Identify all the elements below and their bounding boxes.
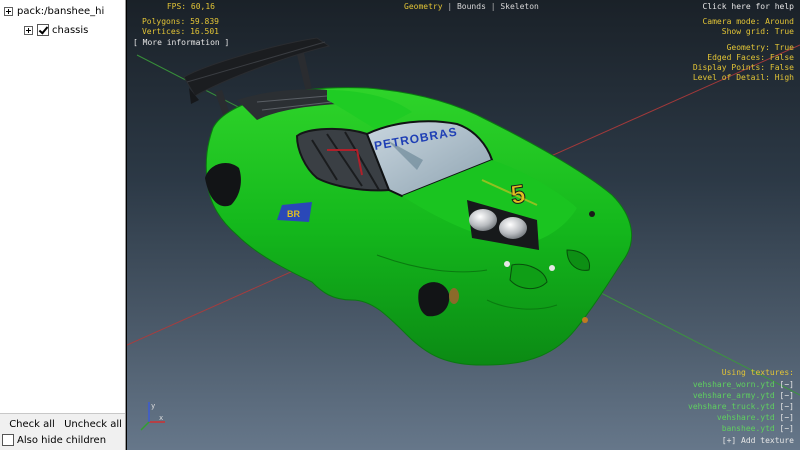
tab-skeleton[interactable]: Skeleton <box>500 2 539 11</box>
tree-node-root[interactable]: pack:/banshee_hi <box>4 3 104 19</box>
texture-name: vehshare_army.ytd <box>692 391 775 400</box>
view-mode-tabs: Geometry | Bounds | Skeleton <box>404 2 539 11</box>
remove-texture-button[interactable]: [−] <box>780 402 794 411</box>
hide-children-label: Also hide children <box>17 434 107 446</box>
texture-item: vehshare_truck.ytd [−] <box>688 402 794 412</box>
tab-bounds[interactable]: Bounds <box>457 2 486 11</box>
axis-gizmo: y x <box>140 402 165 431</box>
remove-texture-button[interactable]: [−] <box>780 413 794 422</box>
tree-node-chassis-label: chassis <box>52 24 89 36</box>
model-viewer-window: pack:/banshee_hi chassis Check all Unche… <box>0 0 800 450</box>
check-all-button[interactable]: Check all <box>4 416 60 432</box>
add-texture-button[interactable]: [+] Add texture <box>722 436 794 446</box>
hide-children-option[interactable]: Also hide children <box>2 434 106 446</box>
remove-texture-button[interactable]: [−] <box>780 424 794 433</box>
gizmo-z-axis <box>140 421 150 431</box>
remove-texture-button[interactable]: [−] <box>780 380 794 389</box>
model-tree-panel: pack:/banshee_hi chassis Check all Unche… <box>0 0 126 450</box>
uncheck-all-button[interactable]: Uncheck all <box>64 416 122 432</box>
chrome-intake-left <box>469 209 497 231</box>
fps-readout: FPS: 60,16 <box>166 2 215 11</box>
polygon-count: Polygons: 59.839 <box>141 17 219 26</box>
svg-text:BR: BR <box>287 209 300 219</box>
texture-item: vehshare.ytd [−] <box>717 413 794 423</box>
geometry-setting[interactable]: Geometry: True <box>727 43 794 53</box>
chrome-intake-right <box>499 217 527 239</box>
camera-mode-setting[interactable]: Camera mode: Around <box>702 17 794 27</box>
brake-caliper <box>449 288 459 304</box>
show-grid-setting[interactable]: Show grid: True <box>722 27 794 37</box>
texture-name: vehshare_truck.ytd <box>688 402 775 411</box>
car-model: PETROBRAS 5 BR <box>183 37 633 366</box>
expand-icon[interactable] <box>24 25 33 35</box>
remove-texture-button[interactable]: [−] <box>780 391 794 400</box>
edged-faces-setting[interactable]: Edged Faces: False <box>707 53 794 63</box>
texture-name: banshee.ytd <box>721 424 775 433</box>
textures-heading: Using textures: <box>721 368 794 377</box>
texture-item: banshee.ytd [−] <box>722 424 794 434</box>
tree-node-chassis[interactable]: chassis <box>24 22 88 38</box>
3d-viewport[interactable]: PETROBRAS 5 BR y x FPS: 60,16 Polygons: … <box>127 0 800 450</box>
model-tree: pack:/banshee_hi chassis <box>0 0 125 414</box>
texture-item: vehshare_worn.ytd [−] <box>693 380 794 390</box>
more-information-link[interactable]: [ More information ] <box>133 38 229 48</box>
display-points-setting[interactable]: Display Points: False <box>693 63 794 73</box>
level-of-detail-setting[interactable]: Level of Detail: High <box>693 73 794 83</box>
vertex-count: Vertices: 16.501 <box>141 27 219 36</box>
help-link[interactable]: Click here for help <box>702 2 794 12</box>
svg-text:x: x <box>159 414 163 422</box>
texture-name: vehshare.ytd <box>716 413 775 422</box>
tab-geometry[interactable]: Geometry <box>404 2 443 11</box>
texture-item: vehshare_army.ytd [−] <box>693 391 794 401</box>
hide-children-checkbox[interactable] <box>2 434 14 446</box>
texture-name: vehshare_worn.ytd <box>692 380 775 389</box>
expand-icon[interactable] <box>4 6 13 16</box>
svg-text:y: y <box>151 402 155 410</box>
chassis-checkbox[interactable] <box>37 24 49 36</box>
tree-node-root-label: pack:/banshee_hi <box>17 5 105 17</box>
